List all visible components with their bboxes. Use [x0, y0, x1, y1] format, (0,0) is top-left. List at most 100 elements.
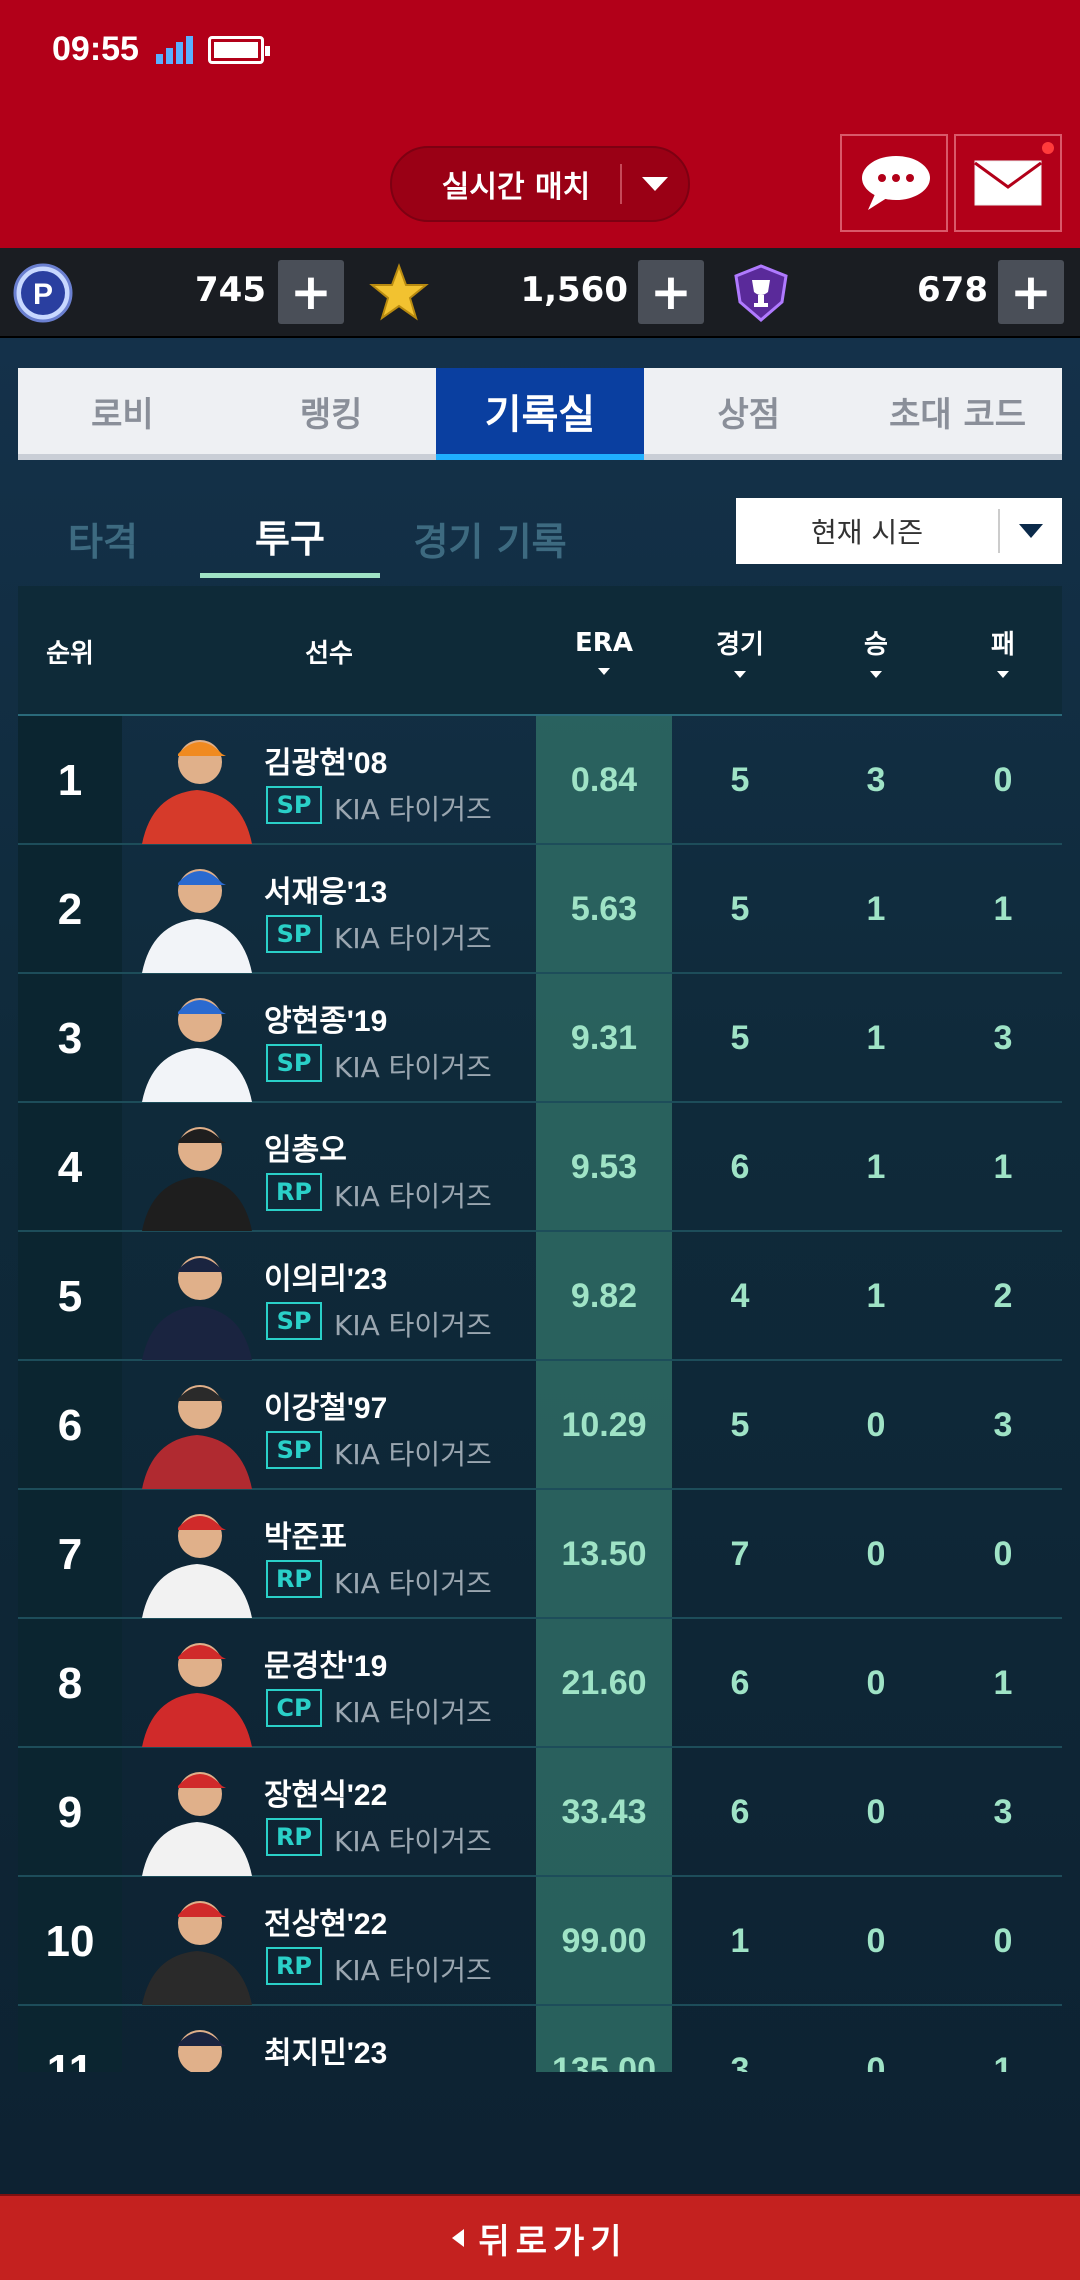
header-games-label: 경기 [716, 630, 764, 660]
sort-arrow-icon [997, 671, 1009, 678]
header-era[interactable]: ERA [536, 586, 672, 716]
header-rank-label: 순위 [46, 638, 94, 669]
player-avatar [142, 869, 252, 973]
era-value: 135.00 [552, 2051, 656, 2072]
team-name: KIA 타이거즈 [334, 1954, 492, 1987]
header-games[interactable]: 경기 [672, 586, 808, 716]
player-name: 임총오 [264, 1134, 347, 1167]
table-row[interactable]: 3 양현종'19 SP KIA 타이거즈 9.31 5 1 3 [18, 974, 1062, 1103]
row-rank: 5 [57, 1271, 83, 1321]
add-stars-button[interactable]: + [638, 260, 704, 324]
table-row[interactable]: 11최지민'23RPKIA 타이거즈135.00301 [18, 2006, 1062, 2072]
table-row[interactable]: 6 이강철'97 SP KIA 타이거즈 10.29 5 0 3 [18, 1361, 1062, 1490]
svg-text:P: P [33, 278, 53, 311]
header-losses[interactable]: 패 [944, 586, 1062, 716]
star-icon [369, 263, 429, 321]
position-badge: SP [266, 915, 322, 953]
table-row[interactable]: 4 임총오 RP KIA 타이거즈 9.53 6 1 1 [18, 1103, 1062, 1232]
back-button[interactable]: 뒤로가기 [0, 2194, 1080, 2280]
tab-invite-code[interactable]: 초대 코드 [853, 368, 1062, 454]
star-balance: 1,560 [520, 270, 628, 310]
position-badge: SP [266, 786, 322, 824]
add-points-button[interactable]: + [278, 260, 344, 324]
back-button-label: 뒤로가기 [478, 2221, 628, 2262]
row-rank: 3 [57, 1013, 83, 1063]
row-rank: 4 [57, 1142, 83, 1192]
currency-bar: P 745 + 1,560 + 678 + [0, 248, 1080, 338]
team-name: KIA 타이거즈 [334, 922, 492, 955]
add-trophy-button[interactable]: + [998, 260, 1064, 324]
header-losses-label: 패 [991, 630, 1015, 660]
header-era-label: ERA [575, 627, 633, 658]
sort-arrow-icon [870, 671, 882, 678]
losses-value: 1 [993, 1664, 1013, 1702]
subtab-batting[interactable]: 타격 [18, 498, 188, 578]
table-row[interactable]: 7 박준표 RP KIA 타이거즈 13.50 7 0 0 [18, 1490, 1062, 1619]
position-badge: SP [266, 1431, 322, 1469]
table-row[interactable]: 1 김광현'08 SP KIA 타이거즈 0.84 5 3 0 [18, 716, 1062, 845]
position-badge: RP [266, 1560, 322, 1598]
losses-value: 0 [993, 1922, 1013, 1960]
mail-icon [974, 160, 1042, 206]
match-mode-dropdown[interactable]: 실시간 매치 [390, 146, 690, 222]
team-name: KIA 타이거즈 [334, 1696, 492, 1729]
era-value: 9.31 [570, 1019, 638, 1057]
wins-value: 3 [866, 761, 886, 799]
subtab-pitching[interactable]: 투구 [200, 498, 380, 578]
table-row[interactable]: 9 장현식'22 RP KIA 타이거즈 33.43 6 0 3 [18, 1748, 1062, 1877]
team-name: KIA 타이거즈 [334, 1438, 492, 1471]
header-wins[interactable]: 승 [808, 586, 944, 716]
team-name: KIA 타이거즈 [334, 793, 492, 826]
era-value: 13.50 [561, 1535, 647, 1573]
player-name: 서재응'13 [264, 876, 388, 909]
position-badge: CP [266, 1689, 322, 1727]
sort-arrow-icon [598, 667, 610, 675]
player-avatar [142, 1901, 252, 2005]
position-badge: RP [266, 1173, 322, 1211]
season-dropdown[interactable]: 현재 시즌 [736, 498, 1062, 564]
wins-value: 0 [866, 1535, 886, 1573]
chevron-down-icon [1000, 524, 1062, 538]
era-value: 9.53 [570, 1148, 638, 1186]
losses-value: 3 [993, 1406, 1013, 1444]
table-row[interactable]: 8 문경찬'19 CP KIA 타이거즈 21.60 6 0 1 [18, 1619, 1062, 1748]
team-name: KIA 타이거즈 [334, 1567, 492, 1600]
tab-ranking[interactable]: 랭킹 [227, 368, 436, 454]
games-value: 4 [730, 1277, 750, 1315]
tab-lobby[interactable]: 로비 [18, 368, 227, 454]
row-rank: 2 [57, 884, 83, 934]
player-name: 최지민'23 [264, 2037, 388, 2070]
subtab-game-records[interactable]: 경기 기록 [390, 498, 590, 578]
mail-button[interactable] [954, 134, 1062, 232]
point-balance: 745 [195, 270, 266, 310]
losses-value: 3 [993, 1019, 1013, 1057]
games-value: 6 [730, 1664, 750, 1702]
chevron-down-icon [622, 177, 688, 191]
row-rank: 10 [45, 1916, 95, 1966]
losses-value: 0 [993, 1535, 1013, 1573]
team-name: KIA 타이거즈 [334, 1180, 492, 1213]
table-row[interactable]: 10 전상현'22 RP KIA 타이거즈 99.00 1 0 0 [18, 1877, 1062, 2006]
games-value: 7 [730, 1535, 750, 1573]
table-row[interactable]: 2 서재응'13 SP KIA 타이거즈 5.63 5 1 1 [18, 845, 1062, 974]
season-label: 현재 시즌 [811, 516, 923, 549]
wins-value: 1 [866, 1148, 886, 1186]
chat-button[interactable] [840, 134, 948, 232]
pitching-stats-table[interactable]: 순위 선수 ERA 경기 승 패 1 김광현'08 SP KIA 타이거즈 0.84 5 3… [18, 586, 1062, 2072]
table-row[interactable]: 5 이의리'23 SP KIA 타이거즈 9.82 4 1 2 [18, 1232, 1062, 1361]
games-value: 5 [730, 761, 750, 799]
games-value: 6 [730, 1793, 750, 1831]
header-player-label: 선수 [305, 638, 353, 669]
tab-records[interactable]: 기록실 [435, 368, 645, 460]
match-mode-label: 실시간 매치 [441, 170, 591, 205]
signal-icon [156, 36, 196, 64]
battery-icon [208, 36, 270, 64]
era-value: 0.84 [570, 761, 638, 799]
position-badge: SP [266, 1044, 322, 1082]
notification-dot [1042, 142, 1054, 154]
back-arrow-icon [452, 2229, 465, 2247]
player-avatar [142, 1643, 252, 1747]
player-name: 양현종'19 [264, 1005, 388, 1038]
tab-shop[interactable]: 상점 [644, 368, 853, 454]
player-avatar [178, 2030, 226, 2072]
